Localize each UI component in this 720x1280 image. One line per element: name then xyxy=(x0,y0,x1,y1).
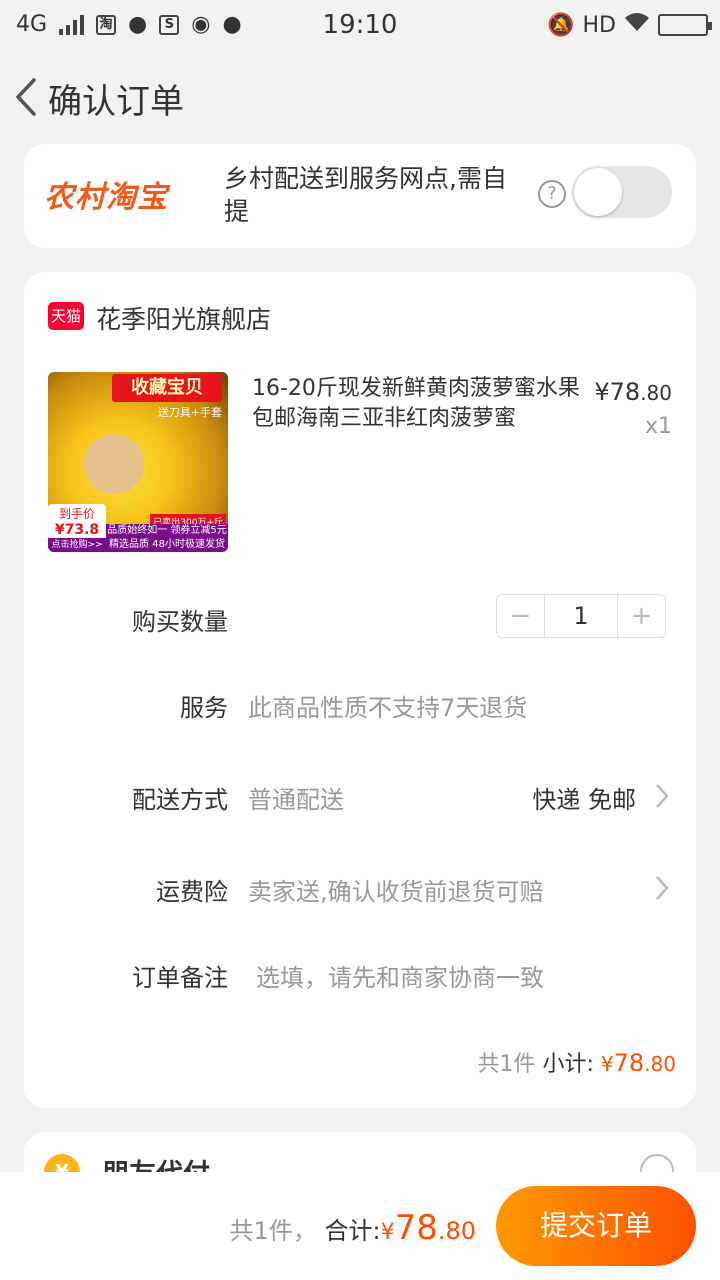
service-label: 服务 xyxy=(180,694,228,722)
insurance-value[interactable]: 卖家送,确认收货前退货可赔 xyxy=(248,872,544,907)
image-promo-line1: 品质始终如一 领券立减5元 xyxy=(107,525,227,536)
rural-delivery-toggle[interactable] xyxy=(572,166,672,218)
image-sub: 送刀具+手套 xyxy=(157,406,222,419)
battery-icon xyxy=(658,14,712,36)
price-dec: .80 xyxy=(640,381,672,405)
bottom-bar: 共1件， 合计:¥78.80 提交订单 xyxy=(0,1172,720,1280)
title-bar: 确认订单 xyxy=(0,56,720,140)
total-label: 合计: xyxy=(324,1217,381,1245)
price-int: 78 xyxy=(609,378,641,406)
total-int: 78 xyxy=(394,1208,438,1248)
page-title: 确认订单 xyxy=(48,82,184,122)
image-banner: 收藏宝贝 xyxy=(112,374,222,402)
help-icon[interactable]: ? xyxy=(538,180,566,208)
status-right: 🔕 HD xyxy=(547,12,712,38)
delivery-method[interactable]: 快递 免邮 xyxy=(532,780,636,815)
total-summary: 共1件， 合计:¥78.80 xyxy=(230,1208,476,1248)
total-count: 共1件， xyxy=(229,1217,317,1245)
remark-input[interactable]: 选填，请先和商家协商一致 xyxy=(256,958,544,993)
total-dec: .80 xyxy=(437,1217,476,1245)
chevron-right-icon[interactable] xyxy=(654,874,670,902)
order-card: 天猫 花季阳光旗舰店 收藏宝贝 送刀具+手套 已卖出300万+斤 到手价 ¥73… xyxy=(24,272,696,1108)
subtotal: 共1件 小计: ¥78.80 xyxy=(477,1046,676,1078)
status-bar: 4G 淘 ● S ◉ ● 19:10 🔕 HD xyxy=(0,0,720,52)
image-fruit-core xyxy=(84,434,144,494)
remark-label: 订单备注 xyxy=(132,964,228,992)
hd-label: HD xyxy=(582,12,616,38)
image-price-label: 到手价 xyxy=(58,507,95,521)
delivery-label: 配送方式 xyxy=(132,786,228,814)
subtotal-yen: ¥ xyxy=(600,1052,614,1076)
shop-name[interactable]: 花季阳光旗舰店 xyxy=(96,300,271,336)
quantity-minus-button[interactable]: − xyxy=(497,595,545,637)
image-promo-line2: 精选品质 48小时极速发货 xyxy=(109,539,225,550)
rural-delivery-text: 乡村配送到服务网点,需自提 xyxy=(224,164,507,226)
tmall-badge: 天猫 xyxy=(48,302,84,330)
submit-order-button[interactable]: 提交订单 xyxy=(496,1186,696,1266)
delivery-value: 普通配送 xyxy=(248,786,344,814)
wifi-icon xyxy=(624,12,650,38)
total-amount: ¥78.80 xyxy=(380,1208,476,1248)
quantity-value[interactable]: 1 xyxy=(545,595,617,637)
back-icon[interactable] xyxy=(12,76,42,118)
subtotal-int: 78 xyxy=(613,1049,645,1077)
quantity-stepper: − 1 + xyxy=(496,594,666,638)
service-value: 此商品性质不支持7天退货 xyxy=(248,694,528,722)
toggle-knob xyxy=(574,168,622,216)
price-symbol: ¥ xyxy=(594,378,610,406)
total-yen: ¥ xyxy=(380,1220,395,1245)
subtotal-label: 小计: xyxy=(542,1052,594,1077)
product-qty: x1 xyxy=(644,414,672,439)
chevron-right-icon[interactable] xyxy=(654,782,670,810)
mute-icon: 🔕 xyxy=(547,12,575,38)
image-price-tag: 到手价 ¥73.8元 xyxy=(48,504,106,552)
product-image[interactable]: 收藏宝贝 送刀具+手套 已卖出300万+斤 到手价 ¥73.8元 点击抢购>> … xyxy=(48,372,228,552)
subtotal-count: 共1件 xyxy=(477,1052,536,1077)
quantity-label: 购买数量 xyxy=(132,608,228,636)
insurance-label: 运费险 xyxy=(156,878,228,906)
product-title[interactable]: 16-20斤现发新鲜黄肉菠萝蜜水果包邮海南三亚非红肉菠萝蜜 xyxy=(252,374,582,434)
image-promo: 品质始终如一 领券立减5元 精选品质 48小时极速发货 xyxy=(106,524,228,552)
image-cta: 点击抢购>> xyxy=(48,538,106,552)
quantity-plus-button[interactable]: + xyxy=(617,595,665,637)
rural-taobao-logo: 农村淘宝 xyxy=(44,180,168,215)
subtotal-dec: .80 xyxy=(644,1052,676,1076)
product-price: ¥78.80 xyxy=(594,378,672,406)
rural-delivery-card: 农村淘宝 乡村配送到服务网点,需自提 ? xyxy=(24,144,696,248)
subtotal-amount: ¥78.80 xyxy=(601,1049,676,1077)
